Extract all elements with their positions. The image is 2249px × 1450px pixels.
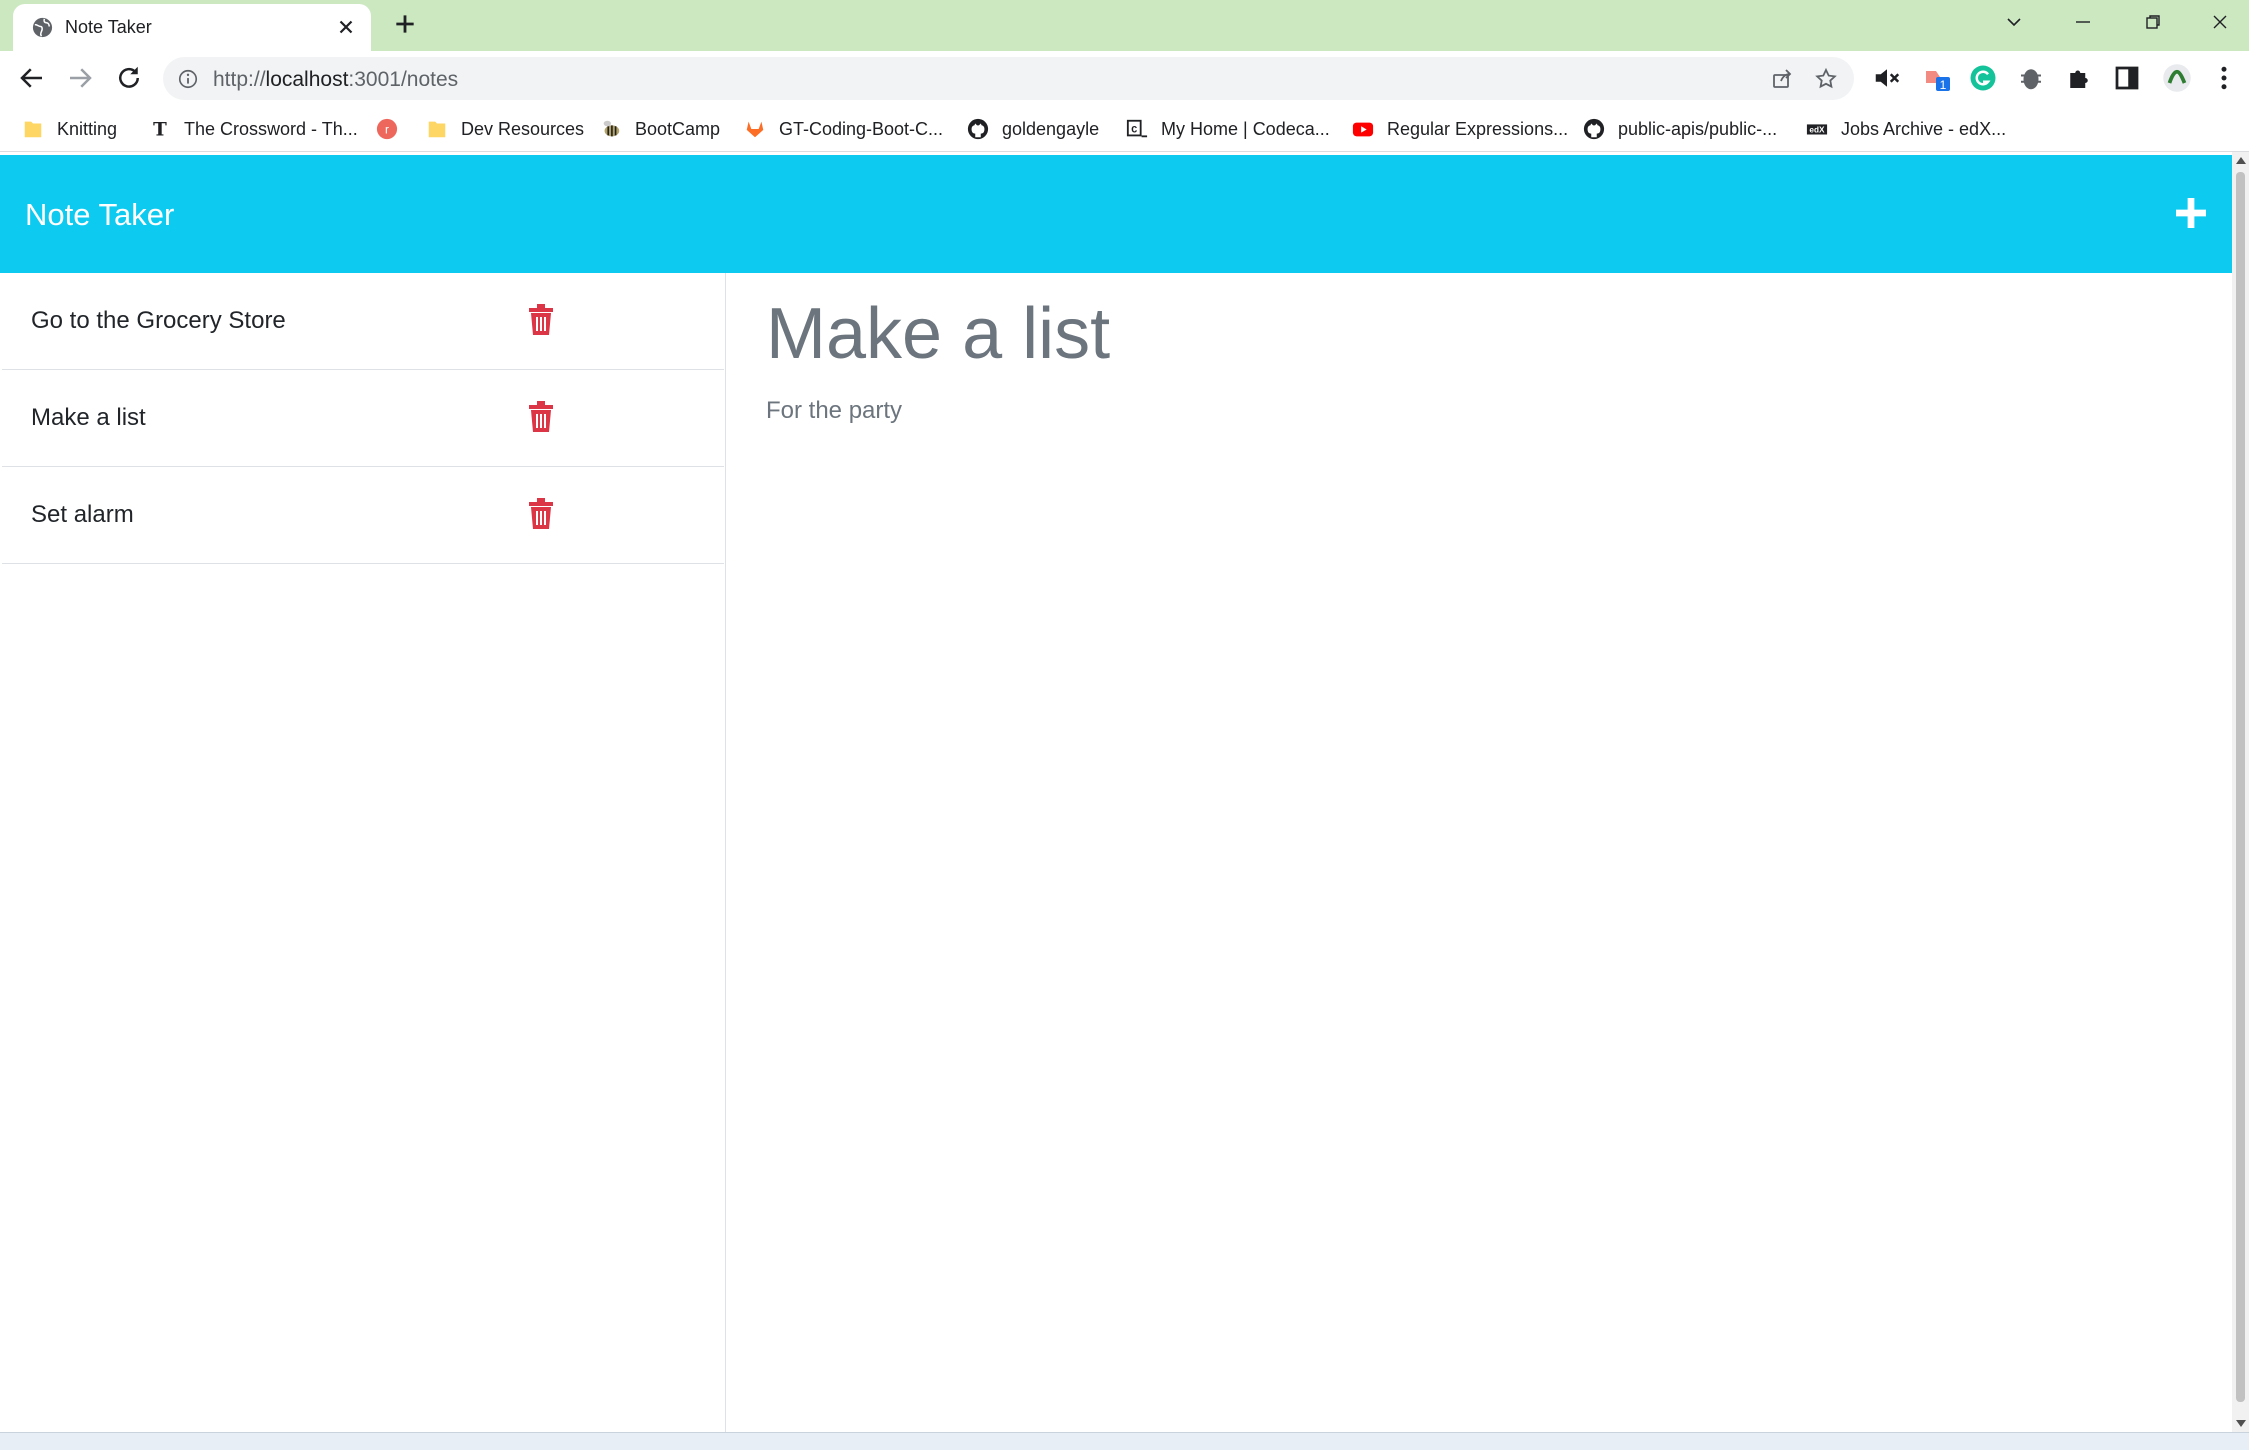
gitlab-icon (746, 121, 764, 138)
browser-tabstrip: Note Taker (0, 0, 2249, 51)
youtube-icon (1352, 122, 1374, 137)
os-taskbar (0, 1432, 2249, 1450)
url-scheme: http:// (213, 68, 266, 91)
tab-search-icon[interactable] (1999, 10, 2029, 34)
bookmark-public-apis[interactable]: public-apis/public-... (1583, 114, 1777, 144)
bookmark-label: public-apis/public-... (1618, 118, 1778, 139)
tab-title: Note Taker (65, 17, 152, 37)
new-tab-icon[interactable] (392, 11, 418, 37)
bookmark-star-icon[interactable] (1814, 67, 1838, 91)
note-title-input[interactable]: Make a list (766, 293, 1110, 375)
scroll-thumb[interactable] (2236, 172, 2245, 1402)
browser-toolbar: http://localhost:3001/notes 1 (0, 51, 2249, 106)
list-item[interactable]: Make a list (2, 370, 724, 467)
note-title[interactable]: Set alarm (31, 501, 134, 529)
back-icon[interactable] (17, 63, 47, 93)
bookmark-crossword[interactable]: T The Crossword - Th... (149, 114, 358, 144)
extension-badge-icon[interactable]: 1 (1922, 63, 1952, 93)
svg-text:r: r (385, 123, 389, 137)
bookmark-label: The Crossword - Th... (184, 118, 358, 139)
list-item[interactable]: Set alarm (2, 467, 724, 564)
bookmark-label: Regular Expressions... (1387, 118, 1569, 139)
bookmark-label: BootCamp (635, 118, 721, 139)
browser-tab[interactable]: Note Taker (13, 4, 371, 51)
note-title[interactable]: Make a list (31, 404, 146, 432)
svg-text:T: T (153, 119, 167, 140)
bookmark-goldengayle[interactable]: goldengayle (967, 114, 1099, 144)
bookmark-red-circle[interactable]: r (376, 114, 411, 144)
notes-sidebar: Go to the Grocery Store Make a list Set … (0, 273, 726, 1432)
bookmark-label: Knitting (57, 118, 118, 139)
plus-icon[interactable] (2173, 195, 2209, 231)
url-text: http://localhost:3001/notes (213, 68, 458, 92)
note-textarea[interactable]: For the party (766, 397, 902, 425)
url-path: :3001/notes (348, 68, 459, 91)
forward-icon[interactable] (65, 63, 95, 93)
bookmark-label: GT-Coding-Boot-C... (779, 118, 944, 139)
note-editor: Make a list For the party (727, 273, 2232, 1432)
bookmark-gitlab[interactable]: GT-Coding-Boot-C... (744, 114, 943, 144)
svg-text:C: C (1131, 126, 1137, 137)
github-icon (967, 118, 989, 140)
minimize-icon[interactable] (2068, 10, 2098, 34)
scroll-down-arrow-icon[interactable] (2236, 1420, 2246, 1427)
side-panel-icon[interactable] (2112, 63, 2142, 93)
muted-tab-icon[interactable] (1872, 63, 1902, 93)
bookmark-dev-resources[interactable]: Dev Resources (426, 114, 584, 144)
reload-icon[interactable] (114, 63, 144, 93)
codecademy-icon: C (1126, 119, 1148, 138)
extensions-puzzle-icon[interactable] (2064, 63, 2094, 93)
trash-icon[interactable] (527, 304, 555, 335)
list-item[interactable]: Go to the Grocery Store (2, 273, 724, 370)
url-host: localhost (265, 68, 349, 91)
address-bar[interactable]: http://localhost:3001/notes (163, 57, 1854, 100)
red-circle-icon: r (376, 118, 398, 140)
nyt-icon: T (153, 119, 167, 140)
bookmark-codecademy[interactable]: C My Home | Codeca... (1126, 114, 1330, 144)
bookmark-bootcamp[interactable]: BootCamp (600, 114, 720, 144)
page-content: Note Taker Go to the Grocery Store Make … (0, 152, 2232, 1432)
github-icon (1583, 118, 1605, 140)
chrome-menu-icon[interactable] (2209, 63, 2239, 93)
restore-icon[interactable] (2138, 10, 2168, 34)
edx-icon: edX (1806, 124, 1828, 135)
bookmark-knitting[interactable]: Knitting (22, 114, 117, 144)
page-scrollbar[interactable] (2232, 152, 2249, 1432)
app-navbar: Note Taker (0, 155, 2232, 273)
profile-avatar-icon[interactable] (2162, 63, 2192, 93)
extension-badge-count: 1 (1940, 78, 1947, 92)
trash-icon[interactable] (527, 498, 555, 529)
folder-icon (24, 121, 42, 138)
site-info-icon[interactable] (177, 68, 199, 90)
bookmark-edx[interactable]: edX Jobs Archive - edX... (1806, 114, 2006, 144)
note-title[interactable]: Go to the Grocery Store (31, 307, 286, 335)
trash-icon[interactable] (527, 401, 555, 432)
globe-icon (32, 17, 53, 38)
bookmark-label: Dev Resources (461, 118, 585, 139)
bookmark-label: Jobs Archive - edX... (1841, 118, 2007, 139)
scroll-up-arrow-icon[interactable] (2236, 157, 2246, 164)
share-icon[interactable] (1770, 67, 1794, 91)
bookmarks-bar: Knitting T The Crossword - Th... r Dev R… (0, 106, 2249, 152)
bookmark-label: My Home | Codeca... (1161, 118, 1330, 139)
app-brand[interactable]: Note Taker (25, 197, 174, 233)
svg-text:edX: edX (1809, 126, 1825, 135)
bookmark-label: goldengayle (1002, 118, 1100, 139)
close-tab-icon[interactable] (335, 16, 357, 38)
folder-icon (428, 121, 446, 138)
bug-icon[interactable] (2016, 63, 2046, 93)
bee-icon (603, 120, 620, 137)
close-window-icon[interactable] (2205, 10, 2235, 34)
grammarly-icon[interactable] (1968, 63, 1998, 93)
bookmark-regex[interactable]: Regular Expressions... (1352, 114, 1568, 144)
